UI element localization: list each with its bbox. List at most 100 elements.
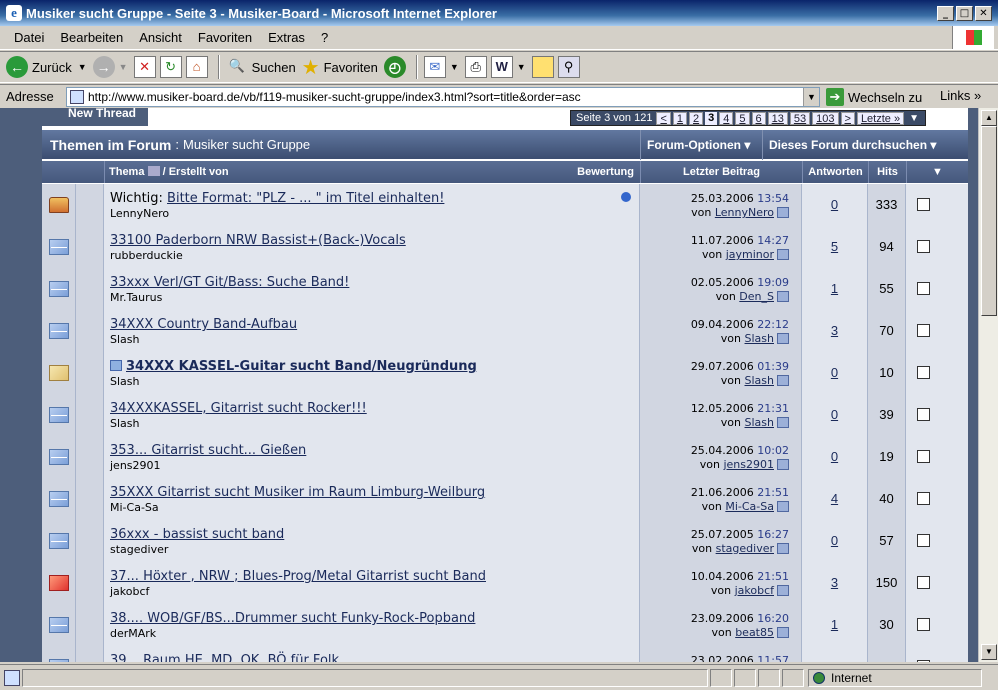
menu-bearbeiten[interactable]: Bearbeiten — [60, 30, 123, 45]
page-prev[interactable]: < — [656, 111, 671, 125]
thread-author[interactable]: Mr.Taurus — [110, 291, 162, 304]
answers-link[interactable]: 1 — [831, 617, 838, 632]
thread-select-checkbox[interactable] — [917, 240, 930, 253]
goto-last-post-icon[interactable] — [777, 207, 789, 218]
scroll-thumb[interactable] — [981, 126, 997, 316]
scroll-down-icon[interactable]: ▼ — [981, 644, 997, 660]
col-rating-label[interactable]: Bewertung — [577, 161, 634, 183]
menu-favoriten[interactable]: Favoriten — [198, 30, 252, 45]
menu-datei[interactable]: Datei — [14, 30, 44, 45]
scroll-up-icon[interactable]: ▲ — [981, 110, 997, 126]
stop-icon[interactable]: ✕ — [133, 56, 156, 78]
thread-title-link[interactable]: 34XXX Country Band-Aufbau — [110, 317, 297, 332]
thread-title-link[interactable]: 33100 Paderborn NRW Bassist+(Back-)Vocal… — [110, 233, 406, 248]
answers-link[interactable]: 3 — [831, 575, 838, 590]
thread-title-link[interactable]: 36xxx - bassist sucht band — [110, 527, 284, 542]
goto-last-post-icon[interactable] — [777, 585, 789, 596]
address-input[interactable]: http://www.musiker-board.de/vb/f119-musi… — [66, 87, 820, 107]
thread-author[interactable]: Mi-Ca-Sa — [110, 501, 159, 514]
thread-title-link[interactable]: 35XXX Gitarrist sucht Musiker im Raum Li… — [110, 485, 485, 500]
close-button[interactable]: ✕ — [975, 5, 992, 21]
chevron-down-icon[interactable]: ▼ — [450, 62, 459, 72]
vertical-scrollbar[interactable]: ▲ ▼ — [978, 108, 998, 662]
chevron-down-icon[interactable]: ▼ — [517, 62, 526, 72]
goto-last-post-icon[interactable] — [777, 543, 789, 554]
thread-select-checkbox[interactable] — [917, 450, 930, 463]
menu-ansicht[interactable]: Ansicht — [139, 30, 182, 45]
thread-select-checkbox[interactable] — [917, 198, 930, 211]
thread-select-checkbox[interactable] — [917, 366, 930, 379]
goto-last-post-icon[interactable] — [777, 627, 789, 638]
go-button[interactable]: ➔ Wechseln zu — [826, 88, 922, 106]
thread-author[interactable]: jakobcf — [110, 585, 149, 598]
page-link-53[interactable]: 53 — [789, 111, 811, 125]
answers-link[interactable]: 0 — [831, 197, 838, 212]
forward-button[interactable]: → ▼ — [92, 56, 128, 78]
goto-last-post-icon[interactable] — [777, 417, 789, 428]
thread-select-checkbox[interactable] — [917, 576, 930, 589]
goto-last-post-icon[interactable] — [777, 459, 789, 470]
thread-author[interactable]: jens2901 — [110, 459, 161, 472]
last-poster-link[interactable]: jayminor — [726, 248, 774, 261]
answers-link[interactable]: 5 — [831, 239, 838, 254]
page-link-5[interactable]: 5 — [735, 111, 750, 125]
chevron-down-icon[interactable]: ▼ — [119, 62, 128, 72]
thread-author[interactable]: Slash — [110, 375, 139, 388]
minimize-button[interactable]: _ — [937, 5, 954, 21]
answers-link[interactable]: 0 — [831, 407, 838, 422]
forum-options-menu[interactable]: Forum-Optionen ▾ — [640, 130, 762, 160]
thread-author[interactable]: stagediver — [110, 543, 168, 556]
menu-extras[interactable]: Extras — [268, 30, 305, 45]
last-poster-link[interactable]: beat85 — [735, 626, 774, 639]
mail-icon[interactable]: ✉ — [423, 56, 446, 78]
chevron-down-icon[interactable]: ▼ — [78, 62, 87, 72]
forum-search-menu[interactable]: Dieses Forum durchsuchen ▾ — [762, 130, 968, 160]
page-next[interactable]: > — [840, 111, 855, 125]
last-poster-link[interactable]: Slash — [745, 332, 774, 345]
thread-author[interactable]: LennyNero — [110, 207, 169, 220]
col-thema[interactable]: Thema / Erstellt von Bewertung — [104, 161, 640, 183]
page-last[interactable]: Letzte » — [856, 111, 905, 125]
research-icon[interactable]: ⚲ — [557, 56, 580, 78]
search-button[interactable]: 🔍 Suchen — [226, 56, 295, 78]
chevron-down-icon[interactable]: ▼ — [803, 88, 819, 106]
last-poster-link[interactable]: LennyNero — [715, 206, 774, 219]
thread-title-link[interactable]: 38.... WOB/GF/BS...Drummer sucht Funky-R… — [110, 611, 475, 626]
col-last[interactable]: Letzter Beitrag — [640, 161, 802, 183]
new-thread-button[interactable]: New Thread — [42, 108, 148, 126]
favorites-button[interactable]: ★ Favoriten — [302, 55, 378, 80]
answers-link[interactable]: 0 — [831, 533, 838, 548]
answers-link[interactable]: 4 — [831, 491, 838, 506]
last-poster-link[interactable]: Slash — [745, 374, 774, 387]
thread-title-link[interactable]: 34XXX KASSEL-Guitar sucht Band/Neugründu… — [126, 359, 477, 374]
last-poster-link[interactable]: Den_S — [739, 290, 774, 303]
answers-link[interactable]: 3 — [831, 323, 838, 338]
home-icon[interactable]: ⌂ — [185, 56, 208, 78]
menu-help[interactable]: ? — [321, 30, 328, 45]
thread-select-checkbox[interactable] — [917, 408, 930, 421]
answers-link[interactable]: 1 — [831, 281, 838, 296]
links-button[interactable]: Links » — [940, 88, 981, 103]
page-link-1[interactable]: 1 — [672, 111, 688, 125]
page-link-6[interactable]: 6 — [751, 111, 766, 125]
notes-icon[interactable] — [531, 56, 554, 78]
chevron-down-icon[interactable]: ▼ — [906, 161, 968, 183]
thread-title-link[interactable]: 353... Gitarrist sucht... Gießen — [110, 443, 306, 458]
answers-link[interactable]: 0 — [831, 449, 838, 464]
thread-select-checkbox[interactable] — [917, 618, 930, 631]
history-icon[interactable]: ◴ — [383, 56, 406, 78]
last-poster-link[interactable]: jakobcf — [735, 584, 774, 597]
thread-title-link[interactable]: 39... Raum HE, MD, QK, BÖ für Folk — [110, 653, 339, 662]
thread-author[interactable]: Slash — [110, 417, 139, 430]
maximize-button[interactable]: □ — [956, 5, 973, 21]
print-icon[interactable]: ⎙ — [464, 56, 487, 78]
thread-select-checkbox[interactable] — [917, 282, 930, 295]
back-button[interactable]: ← Zurück ▼ — [6, 56, 87, 78]
last-poster-link[interactable]: jens2901 — [723, 458, 774, 471]
goto-last-post-icon[interactable] — [777, 291, 789, 302]
thread-title-link[interactable]: Bitte Format: "PLZ - ... " im Titel einh… — [167, 191, 444, 206]
thread-author[interactable]: rubberduckie — [110, 249, 183, 262]
thread-title-link[interactable]: 37... Höxter , NRW ; Blues-Prog/Metal Gi… — [110, 569, 486, 584]
page-link-103[interactable]: 103 — [812, 111, 839, 125]
answers-link[interactable]: 0 — [831, 365, 838, 380]
